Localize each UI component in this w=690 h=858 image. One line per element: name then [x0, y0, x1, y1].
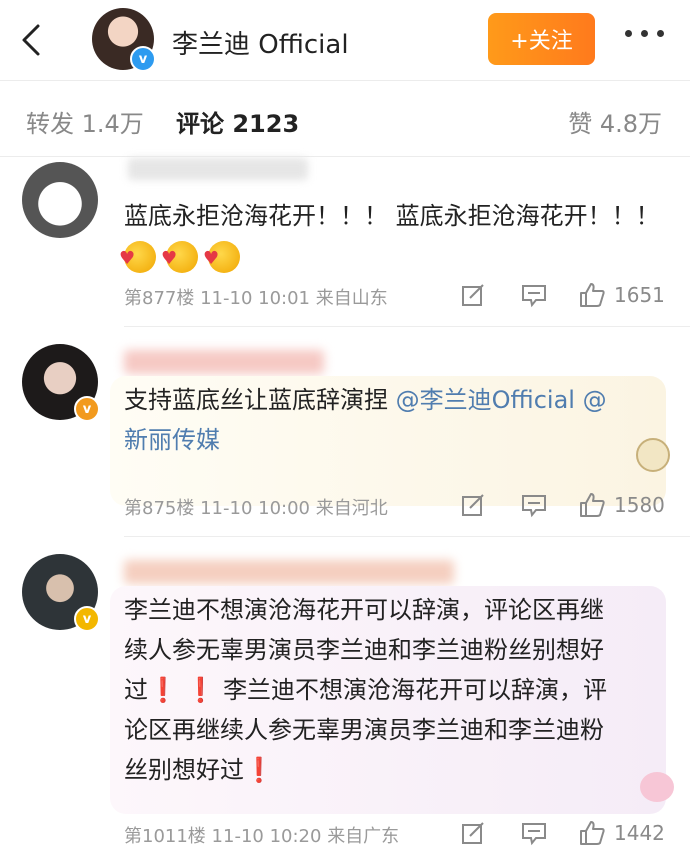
location: 来自广东: [327, 826, 400, 847]
mention-link[interactable]: @李兰迪Official: [396, 386, 575, 414]
timestamp: 11-10 10:00: [200, 498, 310, 519]
share-button[interactable]: [460, 280, 486, 310]
comment-icon: [522, 495, 546, 518]
tab-repost[interactable]: 转发 1.4万: [26, 104, 144, 139]
heart-face-emoji-icon: [161, 239, 198, 279]
comment-actions: 1442: [460, 818, 690, 848]
comment-meta: 第877楼 11-10 10:01 来自山东: [124, 284, 388, 310]
tab-likes[interactable]: 赞 4.8万: [568, 104, 662, 139]
like-button[interactable]: 1651: [578, 280, 665, 310]
heart-face-emoji-icon: [119, 239, 156, 279]
floor-number: 第1011楼: [124, 826, 206, 847]
decoration-compass-icon: [636, 438, 670, 472]
comment-item: v 支持蓝底丝让蓝底辞演捏 @李兰迪Official @ 新丽传媒 第875楼 …: [0, 336, 690, 536]
like-button[interactable]: 1580: [578, 490, 665, 520]
tab-bar: 转发 1.4万 评论 2123 赞 4.8万: [0, 80, 690, 157]
share-icon: [462, 494, 484, 516]
comment-actions: 1651: [460, 280, 690, 310]
page-title: 李兰迪 Official: [172, 30, 349, 60]
comment-icon: [522, 285, 546, 308]
avatar[interactable]: v: [22, 344, 100, 422]
comment-item: 蓝底永拒沧海花开！！！ 蓝底永拒沧海花开！！！ 第877楼 11-10 10:0…: [0, 160, 690, 326]
like-count: 1651: [614, 283, 665, 307]
comment-body: 李兰迪不想演沧海花开可以辞演，评: [223, 676, 608, 704]
verified-icon: v: [74, 396, 100, 422]
comment-meta: 第875楼 11-10 10:00 来自河北: [124, 494, 388, 520]
back-arrow-icon: [22, 24, 40, 56]
comment-body: 论区再继续人参无辜男演员李兰迪和李兰迪粉: [124, 716, 604, 744]
top-bar: v 李兰迪 Official +关注: [0, 0, 690, 81]
floor-number: 第877楼: [124, 288, 195, 309]
thumbs-up-icon: [580, 821, 605, 845]
heart-face-emoji-icon: [203, 239, 240, 279]
reply-button[interactable]: [520, 490, 548, 520]
comment-icon: [522, 823, 546, 846]
share-icon: [462, 822, 484, 844]
comment-text: 蓝底永拒沧海花开！！！ 蓝底永拒沧海花开！！！: [119, 196, 664, 279]
back-button[interactable]: [18, 20, 48, 60]
thumbs-up-icon: [580, 493, 605, 517]
like-button[interactable]: 1442: [578, 818, 665, 848]
floor-number: 第875楼: [124, 498, 195, 519]
location: 来自山东: [315, 288, 388, 309]
comment-body: 续人参无辜男演员李兰迪和李兰迪粉丝别想好: [124, 636, 604, 664]
follow-button[interactable]: +关注: [488, 13, 595, 65]
exclamation-emoji-icon: ❗: [148, 676, 178, 704]
divider: [124, 536, 690, 537]
mention-link[interactable]: @: [583, 386, 607, 414]
mention-link[interactable]: 新丽传媒: [124, 426, 220, 454]
comment-text: 李兰迪不想演沧海花开可以辞演，评论区再继 续人参无辜男演员李兰迪和李兰迪粉丝别想…: [124, 590, 664, 790]
share-icon: [462, 284, 484, 306]
decoration-pig-icon: [640, 772, 674, 802]
exclamation-emoji-icon: ❗: [185, 676, 216, 704]
like-count: 1580: [614, 493, 665, 517]
tab-comments[interactable]: 评论 2123: [176, 104, 299, 139]
comment-body: 过: [124, 676, 148, 704]
share-button[interactable]: [460, 490, 486, 520]
reply-button[interactable]: [520, 818, 548, 848]
comment-body: 蓝底永拒沧海花开！！！ 蓝底永拒沧海花开！！！: [124, 202, 660, 230]
comment-body: 支持蓝底丝让蓝底辞演捏: [124, 386, 388, 414]
comment-text: 支持蓝底丝让蓝底辞演捏 @李兰迪Official @ 新丽传媒: [124, 380, 664, 460]
timestamp: 11-10 10:01: [200, 288, 310, 309]
thumbs-up-icon: [580, 283, 605, 307]
exclamation-emoji-icon: ❗: [244, 756, 274, 784]
blurred-username: [124, 560, 454, 584]
comment-body: 丝别想好过: [124, 756, 244, 784]
avatar[interactable]: [22, 162, 98, 238]
comment-actions: 1580: [460, 490, 690, 520]
comment-meta: 第1011楼 11-10 10:20 来自广东: [124, 822, 399, 848]
share-button[interactable]: [460, 818, 486, 848]
comment-body: 李兰迪不想演沧海花开可以辞演，评论区再继: [124, 596, 604, 624]
more-options-icon[interactable]: [625, 30, 664, 37]
timestamp: 11-10 10:20: [211, 826, 322, 847]
comment-item: v 李兰迪不想演沧海花开可以辞演，评论区再继 续人参无辜男演员李兰迪和李兰迪粉丝…: [0, 546, 690, 858]
divider: [124, 326, 690, 327]
reply-button[interactable]: [520, 280, 548, 310]
verified-icon: v: [130, 46, 156, 72]
verified-icon: v: [74, 606, 100, 632]
blurred-username: [124, 350, 324, 374]
like-count: 1442: [614, 821, 665, 845]
avatar[interactable]: v: [22, 554, 100, 632]
location: 来自河北: [315, 498, 388, 519]
profile-avatar[interactable]: v: [92, 8, 156, 72]
